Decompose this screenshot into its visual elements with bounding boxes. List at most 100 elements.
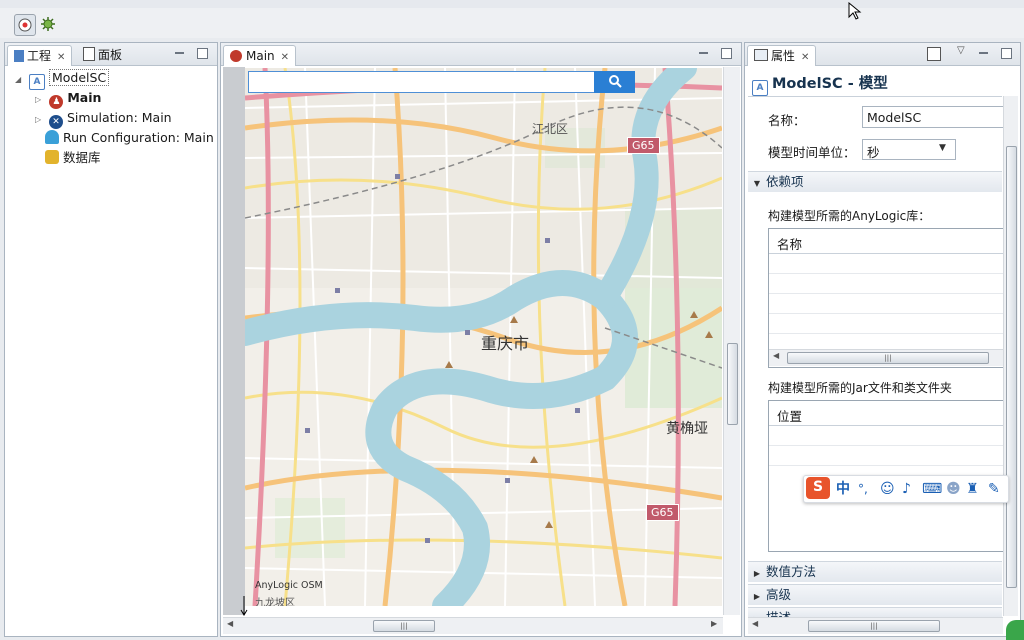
section-label: 数值方法 — [766, 564, 817, 579]
road-shield-g65: G65 — [646, 504, 679, 521]
column-header: 名称 — [777, 237, 803, 252]
maximize-icon[interactable] — [197, 48, 208, 59]
tab-palette[interactable]: 面板 — [77, 45, 128, 65]
collapse-arrow-icon[interactable]: ◢ — [15, 70, 25, 90]
ime-toolbar[interactable]: S 中 °, ☺ ♪ ⌨ ☻ ♜ ✎ — [803, 475, 1009, 503]
run-config-icon — [45, 130, 59, 144]
mouse-cursor-icon — [848, 1, 862, 20]
libs-table-header: 名称 — [769, 229, 1003, 254]
minimize-icon[interactable] — [699, 52, 708, 54]
skin-icon[interactable]: ♜ — [966, 479, 979, 499]
chevron-down-icon[interactable]: ▼ — [939, 143, 946, 153]
tab-main[interactable]: Main ✕ — [223, 45, 297, 66]
road-shield-g65: G65 — [627, 137, 660, 154]
settings-wrench-icon[interactable]: ✎ — [988, 479, 1000, 499]
view-menu-icon[interactable]: ▽ — [957, 45, 965, 56]
map-search-button[interactable] — [594, 71, 635, 93]
model-icon[interactable] — [14, 14, 36, 36]
main-toolbar — [0, 1, 1024, 38]
palette-icon — [83, 47, 95, 61]
build-icon[interactable] — [40, 16, 56, 32]
table-row — [769, 446, 1003, 466]
tree-item-database[interactable]: 数据库 — [45, 148, 101, 168]
keyboard-icon[interactable]: ⌨ — [922, 479, 942, 499]
collapse-arrow-icon: ▼ — [753, 179, 761, 188]
scroll-left-icon[interactable]: ◀ — [752, 619, 758, 628]
tree-item-label: Simulation: Main — [66, 110, 172, 125]
close-icon[interactable]: ✕ — [801, 52, 809, 63]
name-label: 名称： — [768, 113, 806, 128]
editor-tabbar: Main ✕ — [221, 43, 741, 66]
jars-table-header: 位置 — [769, 401, 1003, 426]
table-row — [769, 254, 1003, 274]
maximize-icon[interactable] — [721, 48, 732, 59]
time-unit-select[interactable]: 秒 ▼ — [862, 139, 956, 160]
tree-item-label: Main — [67, 90, 102, 105]
microphone-icon[interactable]: ♪ — [902, 479, 911, 499]
origin-axis-icon — [240, 596, 248, 616]
tree-item-label: Run Configuration: Main — [63, 130, 214, 145]
project-icon — [14, 50, 24, 62]
tree-item-label: ModelSC — [48, 69, 110, 86]
libs-caption: 构建模型所需的AnyLogic库： — [768, 209, 931, 223]
properties-icon — [754, 49, 768, 61]
ime-punct-toggle[interactable]: °, — [858, 479, 868, 499]
agent-icon: ♟ — [49, 95, 64, 109]
minimize-icon[interactable] — [175, 52, 184, 54]
maximize-icon[interactable] — [1001, 48, 1012, 59]
sogou-logo-icon[interactable]: S — [806, 477, 830, 499]
scrollbar-thumb[interactable]: ||| — [373, 620, 435, 632]
database-icon — [45, 150, 59, 164]
expand-arrow-icon[interactable]: ▷ — [35, 110, 45, 130]
horizontal-scrollbar[interactable]: ◀ ||| — [748, 617, 1003, 634]
scrollbar-thumb[interactable] — [1006, 146, 1017, 588]
section-advanced[interactable]: ▶ 高级 — [748, 584, 1002, 605]
vertical-scrollbar[interactable] — [723, 67, 740, 615]
ime-language-toggle[interactable]: 中 — [836, 479, 850, 499]
tree-item-model[interactable]: ◢ A ModelSC — [15, 68, 110, 90]
properties-tabbar: 属性 ✕ ▽ — [745, 43, 1020, 66]
editor-tab-label: Main — [246, 49, 275, 63]
name-field[interactable]: ModelSC — [862, 106, 1004, 128]
project-panel: 工程 ✕ 面板 ◢ A ModelSC ▷ ♟ Main ▷ ✕ Simulation:… — [4, 42, 218, 637]
horizontal-scrollbar[interactable]: ◀ ||| — [769, 349, 1003, 366]
tree-item-run-config[interactable]: Run Configuration: Main — [45, 128, 214, 148]
user-icon[interactable]: ☻ — [946, 479, 961, 499]
simulation-icon: ✕ — [48, 115, 63, 129]
expand-arrow-icon: ▶ — [753, 569, 761, 578]
tab-project-label: 工程 — [27, 49, 52, 63]
divider — [748, 96, 1002, 97]
tab-properties[interactable]: 属性 ✕ — [747, 45, 817, 66]
search-icon — [608, 75, 622, 88]
section-label: 依赖项 — [766, 174, 804, 189]
table-row — [769, 426, 1003, 446]
scrollbar-thumb[interactable]: ||| — [787, 352, 989, 364]
tab-palette-label: 面板 — [98, 48, 123, 62]
project-tabbar: 工程 ✕ 面板 — [5, 43, 217, 66]
close-icon[interactable]: ✕ — [57, 52, 65, 63]
table-row — [769, 314, 1003, 334]
map-label-area: 黄桷垭 — [666, 421, 708, 437]
tab-project[interactable]: 工程 ✕ — [7, 45, 73, 66]
gis-map[interactable]: 江北区 重庆市 黄桷垭 G65 G65 AnyLogic OSM 九龙坡区 — [245, 68, 722, 606]
libs-table[interactable]: 名称 ◀ ||| — [768, 228, 1004, 368]
scrollbar-thumb[interactable]: ||| — [808, 620, 940, 632]
vertical-scrollbar[interactable] — [1003, 96, 1018, 616]
scroll-left-icon[interactable]: ◀ — [227, 619, 233, 628]
tree-item-simulation[interactable]: ▷ ✕ Simulation: Main — [35, 108, 172, 130]
section-numeric-methods[interactable]: ▶ 数值方法 — [748, 561, 1002, 582]
table-row — [769, 274, 1003, 294]
properties-header: A ModelSC - 模型 — [752, 72, 1002, 96]
tree-item-main[interactable]: ▷ ♟ Main — [35, 88, 102, 110]
section-dependencies[interactable]: ▼ 依赖项 — [748, 171, 1002, 192]
emoji-icon[interactable]: ☺ — [880, 479, 895, 499]
expand-arrow-icon[interactable]: ▷ — [35, 90, 45, 110]
scroll-left-icon[interactable]: ◀ — [773, 351, 779, 360]
map-search-input[interactable] — [248, 71, 596, 93]
pin-icon[interactable] — [927, 47, 941, 61]
scrollbar-thumb[interactable] — [727, 343, 738, 425]
close-icon[interactable]: ✕ — [281, 52, 289, 63]
scroll-right-icon[interactable]: ▶ — [711, 619, 717, 628]
minimize-icon[interactable] — [979, 52, 988, 54]
horizontal-scrollbar[interactable]: ◀ ||| ▶ — [223, 617, 723, 634]
